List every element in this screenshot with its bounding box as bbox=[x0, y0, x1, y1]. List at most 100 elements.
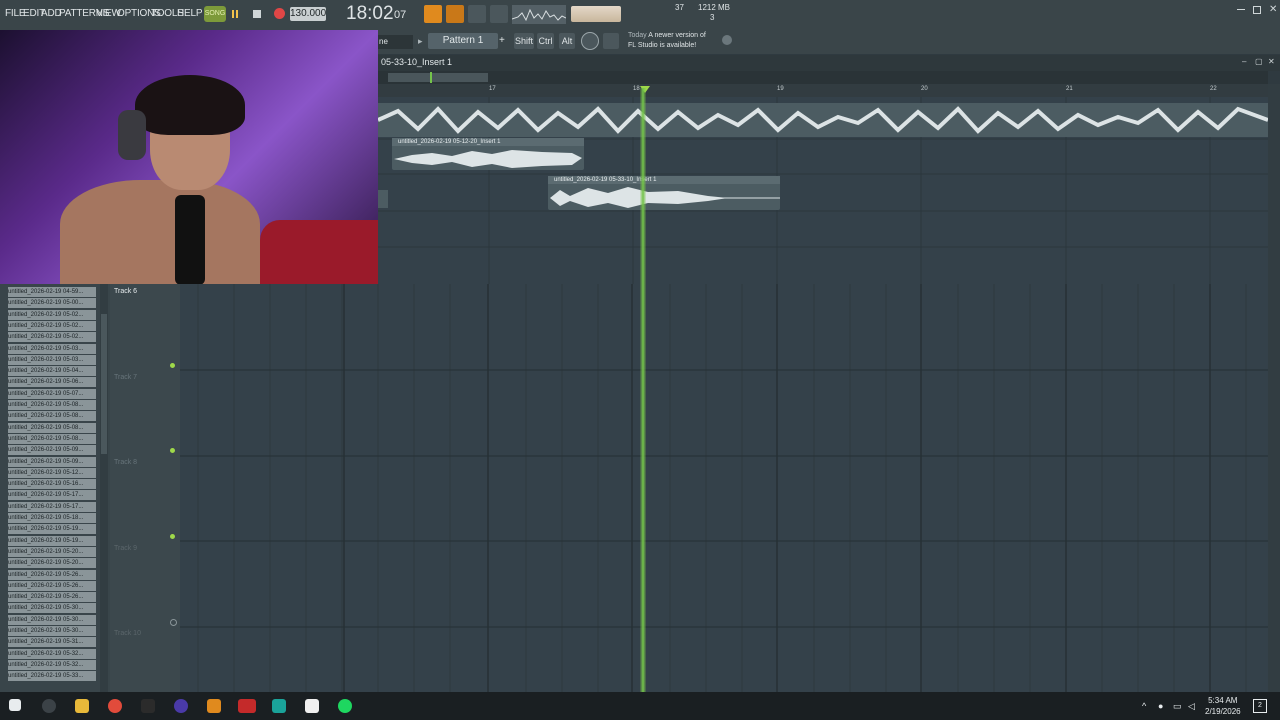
browser-item[interactable]: untitled_2026-02-19 05-30... bbox=[8, 614, 96, 625]
mixer-icon[interactable] bbox=[603, 33, 619, 49]
ctrl-button[interactable]: Ctrl bbox=[537, 33, 554, 49]
track-7-mute-led-icon[interactable] bbox=[170, 363, 175, 368]
audio-clip-full[interactable] bbox=[377, 103, 1269, 137]
browser-item[interactable]: untitled_2026-02-19 05-00... bbox=[8, 298, 96, 309]
notification-icon[interactable]: 2 bbox=[1253, 699, 1267, 713]
browser-item[interactable]: untitled_2026-02-19 05-02... bbox=[8, 320, 96, 331]
browser-scrollbar[interactable] bbox=[100, 284, 108, 692]
browser-item[interactable]: untitled_2026-02-19 05-17... bbox=[8, 490, 96, 501]
master-volume-slider[interactable] bbox=[571, 6, 621, 22]
epic-games-icon[interactable] bbox=[141, 699, 155, 713]
browser-item[interactable]: untitled_2026-02-19 05-33... bbox=[8, 671, 96, 682]
chrome-icon[interactable] bbox=[108, 699, 122, 713]
browser-item[interactable]: untitled_2026-02-19 05-16... bbox=[8, 479, 96, 490]
globe-icon[interactable] bbox=[722, 35, 732, 45]
browser-item[interactable]: untitled_2026-02-19 05-03... bbox=[8, 343, 96, 354]
browser-item[interactable]: untitled_2026-02-19 05-19... bbox=[8, 524, 96, 535]
pattern-arrow-icon[interactable]: ▸ bbox=[418, 36, 423, 47]
metronome-icon[interactable] bbox=[468, 5, 486, 23]
audio-clip-partial[interactable] bbox=[378, 190, 388, 208]
browser-item[interactable]: untitled_2026-02-19 05-08... bbox=[8, 422, 96, 433]
step-icon[interactable] bbox=[446, 5, 464, 23]
browser-item[interactable]: untitled_2026-02-19 05-02... bbox=[8, 332, 96, 343]
record-icon[interactable] bbox=[272, 6, 286, 22]
browser-item[interactable]: untitled_2026-02-19 05-17... bbox=[8, 501, 96, 512]
playlist-grid-upper[interactable] bbox=[377, 97, 1269, 284]
browser-item[interactable]: untitled_2026-02-19 05-09... bbox=[8, 456, 96, 467]
minimize-icon[interactable] bbox=[1237, 9, 1245, 10]
track-8-label[interactable]: Track 8 bbox=[114, 459, 137, 466]
song-mode-button[interactable]: SONG bbox=[204, 6, 226, 22]
playlist-minimize-icon[interactable]: – bbox=[1242, 57, 1246, 66]
camera-icon[interactable] bbox=[581, 32, 599, 50]
track-9-mute-led-icon[interactable] bbox=[170, 534, 175, 539]
taskbar-clock[interactable]: 5:34 AM 2/19/2026 bbox=[1205, 695, 1241, 717]
tempo-display[interactable]: 130.000 bbox=[290, 7, 326, 21]
track-7-label[interactable]: Track 7 bbox=[114, 374, 137, 381]
alt-button[interactable]: Alt bbox=[559, 33, 575, 49]
browser-item[interactable]: untitled_2026-02-19 05-26... bbox=[8, 569, 96, 580]
close-icon[interactable]: ✕ bbox=[1269, 4, 1277, 15]
browser-scrollbar-thumb[interactable] bbox=[101, 314, 107, 454]
playlist-close-icon[interactable]: ✕ bbox=[1268, 57, 1275, 66]
file-explorer-icon[interactable] bbox=[75, 699, 89, 713]
browser-item[interactable]: untitled_2026-02-19 05-07... bbox=[8, 388, 96, 399]
voicemeeter-icon[interactable] bbox=[238, 699, 256, 713]
playlist-overview[interactable] bbox=[378, 71, 1268, 84]
browser-item[interactable]: untitled_2026-02-19 05-26... bbox=[8, 592, 96, 603]
track-10-label[interactable]: Track 10 bbox=[114, 630, 141, 637]
menu-help[interactable]: HELP bbox=[177, 8, 203, 19]
playlist-maximize-icon[interactable]: ▢ bbox=[1255, 57, 1263, 66]
browser-item[interactable]: untitled_2026-02-19 05-26... bbox=[8, 580, 96, 591]
pattern-selector[interactable]: Pattern 1 bbox=[428, 33, 498, 49]
pattern-song-icon[interactable] bbox=[424, 5, 442, 23]
timeline-ruler[interactable] bbox=[378, 84, 1268, 98]
track-8-mute-led-icon[interactable] bbox=[170, 448, 175, 453]
browser-item[interactable]: untitled_2026-02-19 05-09... bbox=[8, 445, 96, 456]
browser-item[interactable]: untitled_2026-02-19 05-08... bbox=[8, 400, 96, 410]
browser-item[interactable]: untitled_2026-02-19 05-04... bbox=[8, 366, 96, 377]
news-panel[interactable]: Today A newer version of FL Studio is av… bbox=[628, 31, 706, 51]
browser-item[interactable]: untitled_2026-02-19 05-30... bbox=[8, 603, 96, 614]
stop-icon[interactable] bbox=[250, 6, 264, 22]
snap-select[interactable]: ne bbox=[378, 35, 413, 49]
shift-button[interactable]: Shift bbox=[514, 33, 534, 49]
tray-chevron-icon[interactable]: ^ bbox=[1142, 701, 1146, 711]
fl-studio-icon[interactable] bbox=[207, 699, 221, 713]
capcut-icon[interactable] bbox=[305, 699, 319, 713]
browser-item[interactable]: untitled_2026-02-19 05-02... bbox=[8, 309, 96, 320]
browser-item[interactable]: untitled_2026-02-19 05-20... bbox=[8, 558, 96, 569]
playlist-grid-lower[interactable] bbox=[180, 284, 1268, 692]
search-icon[interactable] bbox=[42, 699, 56, 713]
browser-item[interactable]: untitled_2026-02-19 05-18... bbox=[8, 513, 96, 523]
browser-item[interactable]: untitled_2026-02-19 05-20... bbox=[8, 546, 96, 557]
app-icon[interactable] bbox=[272, 699, 286, 713]
browser-item[interactable]: untitled_2026-02-19 05-06... bbox=[8, 377, 96, 388]
pause-icon[interactable] bbox=[229, 6, 243, 22]
audio-clip-2[interactable]: untitled_2026-02-19 05-33-10_Insert 1 bbox=[548, 176, 780, 210]
track-9-label[interactable]: Track 9 bbox=[114, 545, 137, 552]
network-icon[interactable]: ▭ bbox=[1173, 701, 1182, 712]
browser-item[interactable]: untitled_2026-02-19 05-31... bbox=[8, 637, 96, 648]
playlist-scrollbar[interactable] bbox=[1268, 84, 1280, 692]
browser-item[interactable]: untitled_2026-02-19 05-30... bbox=[8, 626, 96, 636]
track-10-mute-led-icon[interactable] bbox=[170, 619, 177, 626]
audio-clip-1[interactable]: untitled_2026-02-19 05-12-20_Insert 1 bbox=[392, 138, 584, 170]
browser-item[interactable]: untitled_2026-02-19 05-32... bbox=[8, 648, 96, 659]
track-6-label[interactable]: Track 6 bbox=[114, 288, 137, 295]
loop-record-icon[interactable] bbox=[490, 5, 508, 23]
volume-icon[interactable]: ◁ bbox=[1188, 701, 1195, 712]
playhead[interactable] bbox=[640, 88, 646, 692]
browser-item[interactable]: untitled_2026-02-19 05-19... bbox=[8, 535, 96, 546]
maximize-icon[interactable] bbox=[1253, 6, 1261, 14]
obs-icon[interactable] bbox=[174, 699, 188, 713]
browser-item[interactable]: untitled_2026-02-19 05-32... bbox=[8, 659, 96, 670]
browser-item[interactable]: untitled_2026-02-19 05-12... bbox=[8, 467, 96, 478]
spotify-icon[interactable] bbox=[338, 699, 352, 713]
browser-item[interactable]: untitled_2026-02-19 04-59... bbox=[8, 287, 96, 297]
windows-start-icon[interactable] bbox=[9, 699, 21, 711]
browser-item[interactable]: untitled_2026-02-19 05-08... bbox=[8, 411, 96, 422]
add-pattern-icon[interactable]: + bbox=[499, 35, 505, 46]
browser-item[interactable]: untitled_2026-02-19 05-03... bbox=[8, 354, 96, 365]
browser-item[interactable]: untitled_2026-02-19 05-08... bbox=[8, 433, 96, 444]
